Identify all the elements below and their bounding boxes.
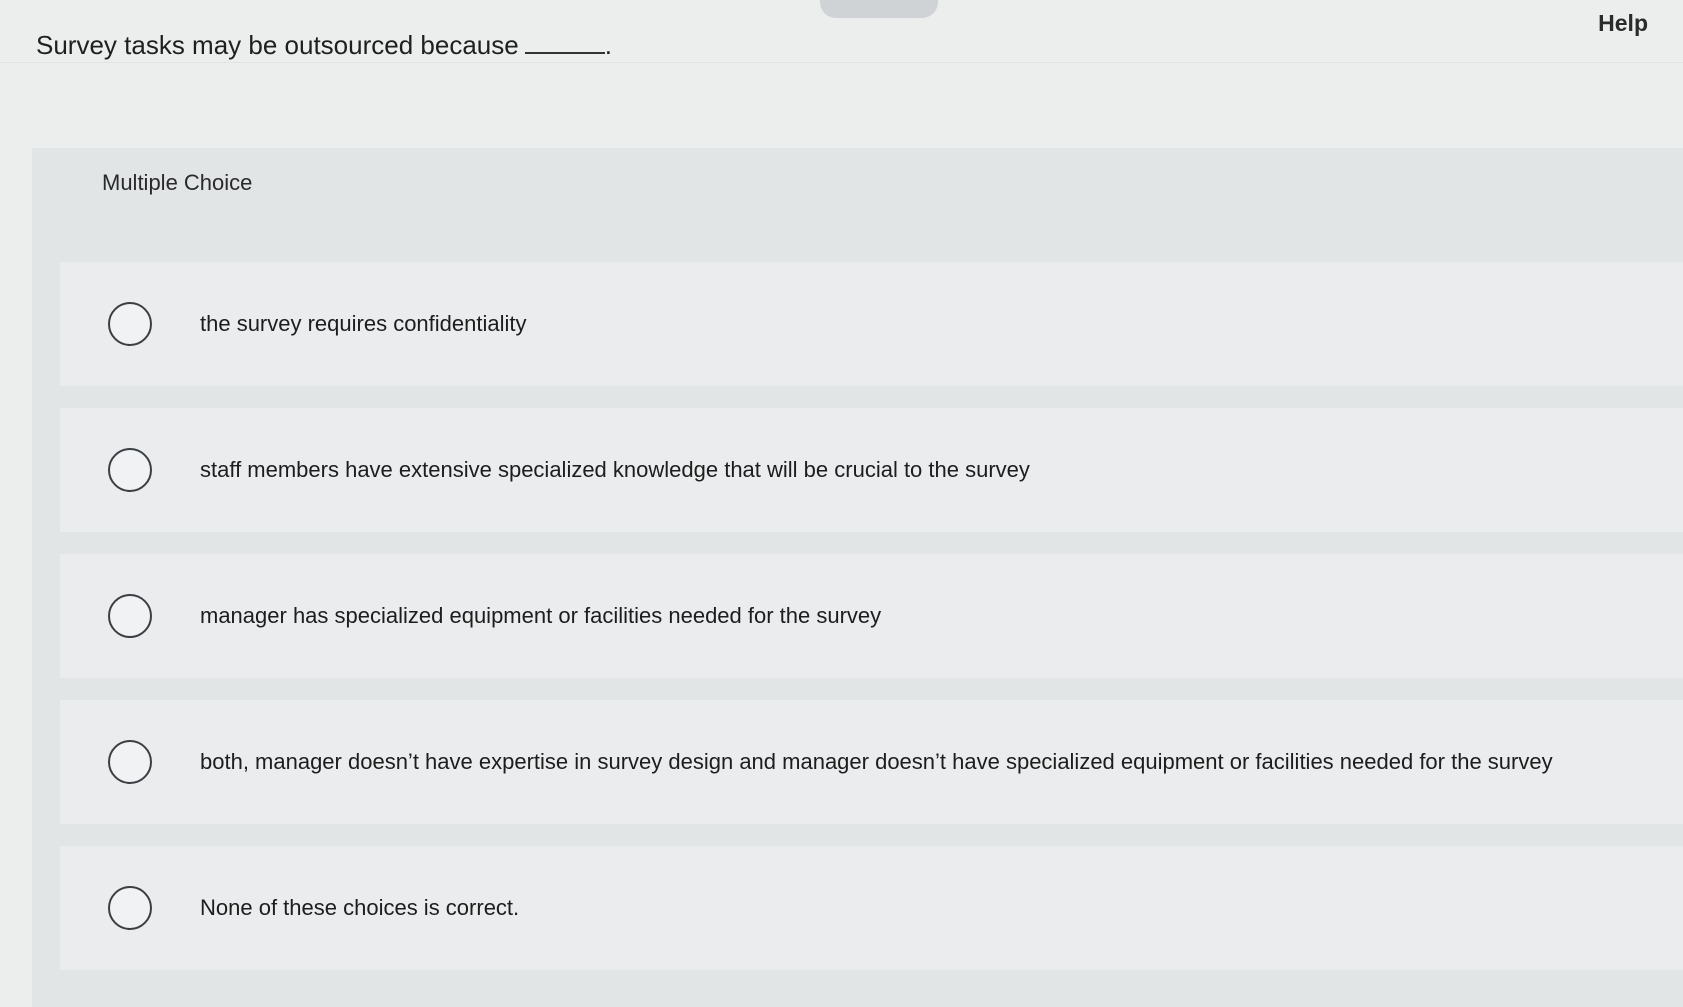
choice-label: manager has specialized equipment or fac… [200, 603, 882, 628]
question-text: Survey tasks may be outsourced because [36, 30, 519, 60]
radio-button[interactable] [108, 448, 152, 492]
choice-label: the survey requires confidentiality [200, 311, 527, 336]
radio-button[interactable] [108, 886, 152, 930]
radio-button[interactable] [108, 594, 152, 638]
question-suffix: . [604, 30, 612, 60]
radio-button[interactable] [108, 740, 152, 784]
choice-label: both, manager doesn’t have expertise in … [200, 749, 1553, 774]
choice-option[interactable]: manager has specialized equipment or fac… [60, 554, 1683, 678]
radio-button[interactable] [108, 302, 152, 346]
choice-option[interactable]: the survey requires confidentiality [60, 262, 1683, 386]
help-link[interactable]: Help [1598, 10, 1648, 37]
top-divider [0, 62, 1683, 63]
choice-option[interactable]: both, manager doesn’t have expertise in … [60, 700, 1683, 824]
question-blank [524, 32, 605, 54]
choice-option[interactable]: None of these choices is correct. [60, 846, 1683, 970]
question-type-label: Multiple Choice [102, 170, 253, 195]
choice-option[interactable]: staff members have extensive specialized… [60, 408, 1683, 532]
question-prompt: Survey tasks may be outsourced because. [36, 30, 612, 61]
top-tab[interactable] [820, 0, 938, 18]
choice-label: staff members have extensive specialized… [200, 457, 1030, 482]
choice-label: None of these choices is correct. [200, 895, 520, 920]
